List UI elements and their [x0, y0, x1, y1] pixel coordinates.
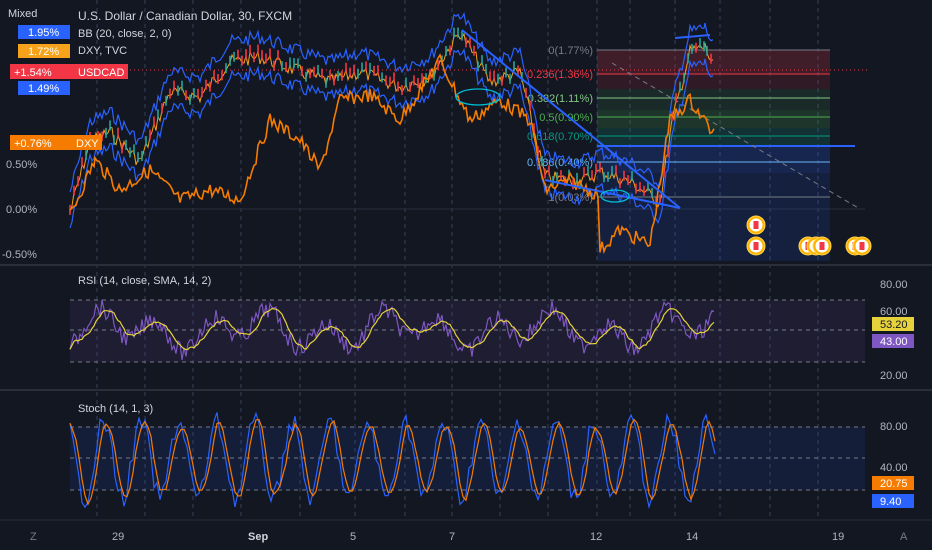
symbol-title[interactable]: U.S. Dollar / Canadian Dollar, 30, FXCM: [78, 9, 292, 23]
time-axis-label: 14: [686, 531, 698, 543]
time-axis-label: 12: [590, 531, 602, 543]
time-axis-label: 5: [350, 531, 356, 543]
auto-scale-button[interactable]: A: [900, 531, 908, 543]
fib-zone: [597, 110, 830, 128]
stoch-k-value: 9.40: [880, 496, 901, 508]
bb-upper-value: 1.95%: [28, 27, 59, 39]
zoom-reset-button[interactable]: Z: [30, 531, 37, 543]
axis-label-main: 0.50%: [6, 159, 37, 171]
trading-chart[interactable]: 0(1.77%)0.236(1.36%)0.382(1.11%)0.5(0.90…: [0, 0, 932, 550]
rsi-pane[interactable]: [69, 299, 865, 363]
fib-zone: [597, 89, 830, 110]
bb-lower-value: 1.49%: [28, 83, 59, 95]
canada-flag-icon: [746, 236, 766, 256]
axis-label-main: 0.00%: [6, 204, 37, 216]
stoch-axis-label: 80.00: [880, 421, 908, 433]
rsi-axis-label: 20.00: [880, 370, 908, 382]
stoch-axis-label: 40.00: [880, 462, 908, 474]
usdcad-name-label: USDCAD: [78, 67, 125, 79]
fib-level-label: 0.236(1.36%): [527, 69, 593, 81]
dxy-pct-value: +0.76%: [14, 138, 52, 150]
rsi-axis-label: 80.00: [880, 279, 908, 291]
time-axis-label: 29: [112, 531, 124, 543]
bb-legend[interactable]: BB (20, close, 2, 0): [78, 28, 172, 40]
fib-zone: [597, 74, 830, 89]
rsi-band: [70, 300, 865, 362]
time-axis-label: Sep: [248, 531, 268, 543]
fib-zone: [597, 209, 830, 261]
fib-level-label: 0.618(0.70%): [527, 131, 593, 143]
rsi-sma-value: 53.20: [880, 319, 908, 331]
time-axis-label: 7: [449, 531, 455, 543]
dxy-name-label: DXY: [76, 138, 99, 150]
usdcad-pct-value: +1.54%: [14, 67, 52, 79]
rsi-value: 43.00: [880, 336, 908, 348]
axis-label-main: -0.50%: [2, 249, 37, 261]
fib-level-label: 0(1.77%): [548, 45, 593, 57]
canada-flag-icon: [852, 236, 872, 256]
dxy-legend[interactable]: DXY, TVC: [78, 45, 127, 57]
fib-zone: [597, 50, 830, 74]
canada-flag-icon: [812, 236, 832, 256]
bb-basis-value: 1.72%: [28, 46, 59, 58]
stoch-legend[interactable]: Stoch (14, 1, 3): [78, 403, 153, 415]
rsi-axis-label: 60.00: [880, 306, 908, 318]
stoch-d-value: 20.75: [880, 478, 908, 490]
time-axis-label: 19: [832, 531, 844, 543]
rsi-legend[interactable]: RSI (14, close, SMA, 14, 2): [78, 275, 211, 287]
fib-level-label: 0.382(1.11%): [528, 93, 593, 105]
canada-flag-icon: [746, 215, 766, 235]
scale-mode-label[interactable]: Mixed: [8, 8, 37, 20]
